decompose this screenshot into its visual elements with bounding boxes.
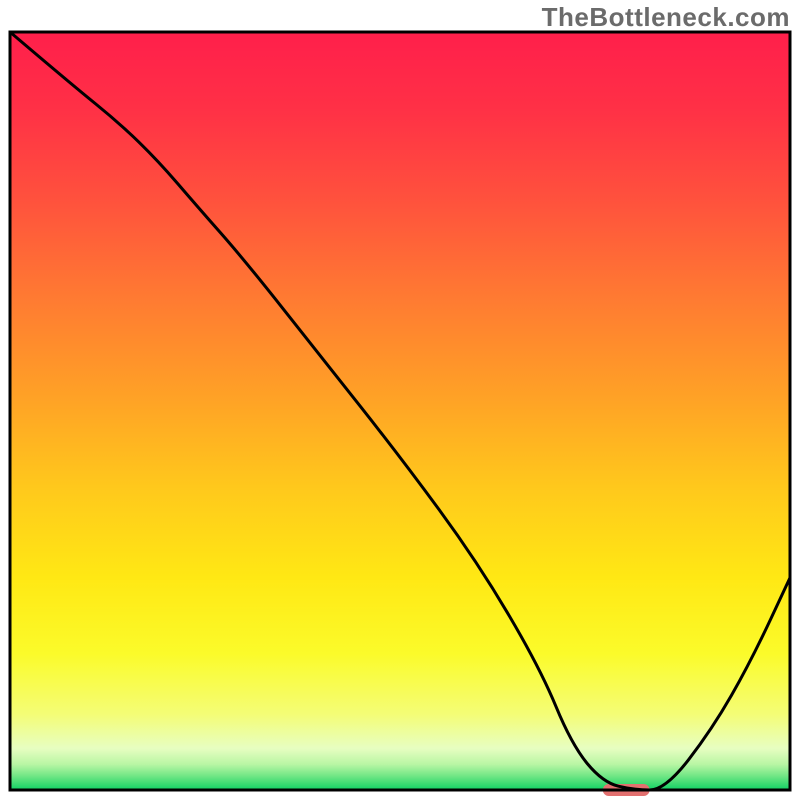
chart-stage: TheBottleneck.com — [0, 0, 800, 800]
watermark-text: TheBottleneck.com — [542, 2, 790, 33]
plot-background — [10, 32, 790, 790]
bottleneck-chart — [0, 0, 800, 800]
